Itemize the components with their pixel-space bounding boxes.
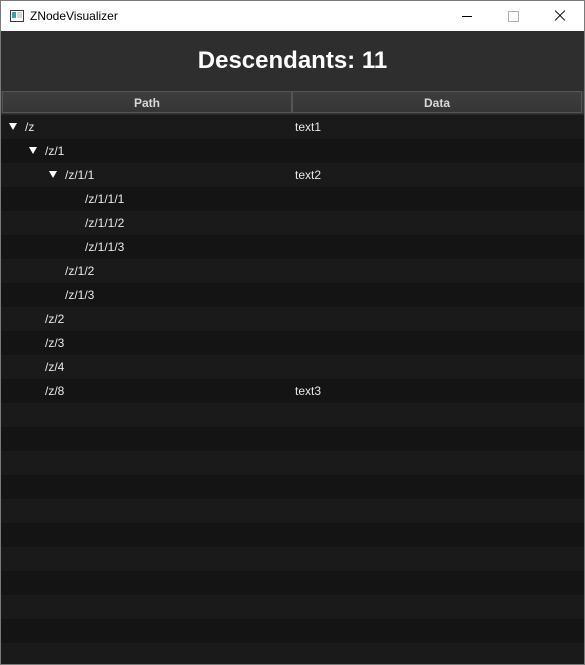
empty-row[interactable] [1,571,584,595]
empty-row[interactable] [1,451,584,475]
tree-row[interactable]: /z/1/3 [1,283,584,307]
tree-row[interactable]: /z/4 [1,355,584,379]
tree-row[interactable]: /z text1 [1,115,584,139]
row-path: /z/1 [45,144,65,158]
row-path: /z/2 [45,312,65,326]
row-data: text2 [295,168,322,182]
tree-row[interactable]: /z/1/1 text2 [1,163,584,187]
empty-row[interactable] [1,499,584,523]
tree-table-header: Path Data [1,91,584,115]
expand-arrow-icon[interactable] [29,147,37,154]
header-panel: Descendants: 11 [1,31,584,92]
empty-row[interactable] [1,427,584,451]
tree-row[interactable]: /z/1/1/2 [1,211,584,235]
row-path: /z/3 [45,336,65,350]
tree-row[interactable]: /z/8 text3 [1,379,584,403]
tree-row[interactable]: /z/3 [1,331,584,355]
tree-row[interactable]: /z/1/1/1 [1,187,584,211]
tree-row[interactable]: /z/1/2 [1,259,584,283]
row-path: /z/1/1 [65,168,95,182]
window-title: ZNodeVisualizer [30,9,118,23]
empty-row[interactable] [1,595,584,619]
tree-row[interactable]: /z/2 [1,307,584,331]
column-header-data[interactable]: Data [292,91,582,113]
row-path: /z [25,120,35,134]
tree-row[interactable]: /z/1/1/3 [1,235,584,259]
expand-arrow-icon[interactable] [49,171,57,178]
row-path: /z/1/1/2 [85,216,125,230]
empty-row[interactable] [1,403,584,427]
empty-row[interactable] [1,547,584,571]
row-data: text3 [295,384,322,398]
column-header-path[interactable]: Path [2,91,292,113]
empty-row[interactable] [1,523,584,547]
tree-table-body[interactable]: /z text1/z/1/z/1/1 text2/z/1/1/1/z/1/1/2/z… [1,115,584,664]
row-path: /z/1/2 [65,264,95,278]
tree-row[interactable]: /z/1 [1,139,584,163]
row-path: /z/1/1/1 [85,192,125,206]
row-path: /z/1/3 [65,288,95,302]
empty-row[interactable] [1,619,584,643]
row-path: /z/8 [45,384,65,398]
empty-row[interactable] [1,643,584,664]
empty-row[interactable] [1,475,584,499]
minimize-button[interactable] [444,1,490,31]
row-data: text1 [295,120,322,134]
row-path: /z/4 [45,360,65,374]
expand-arrow-icon[interactable] [9,123,17,130]
title-bar[interactable]: ZNodeVisualizer [1,1,584,31]
app-window: ZNodeVisualizer Descendants: 11 Path Dat… [0,0,585,665]
close-button[interactable] [536,1,582,31]
descendants-heading: Descendants: 11 [197,47,388,74]
maximize-button[interactable] [490,1,536,31]
row-path: /z/1/1/3 [85,240,125,254]
app-icon [10,10,24,22]
